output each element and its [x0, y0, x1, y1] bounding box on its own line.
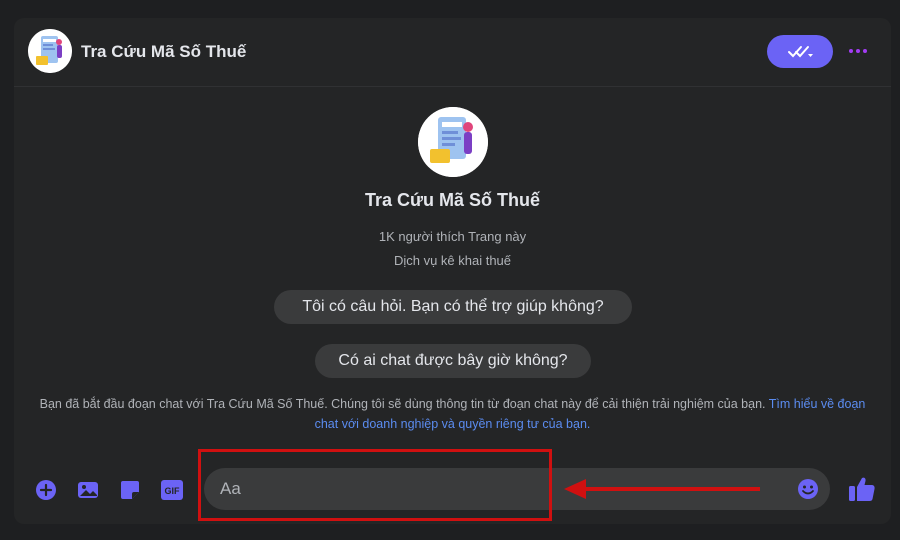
more-options-dot [863, 49, 867, 53]
page-category: Dịch vụ kê khai thuế [393, 253, 512, 268]
more-options-button[interactable] [846, 39, 870, 63]
gif-icon: GIF [161, 480, 183, 500]
suggestion-chip[interactable]: Tôi có câu hỏi. Bạn có thể trợ giúp khôn… [274, 290, 632, 324]
page-likes: 1K người thích Trang này [378, 229, 527, 244]
like-icon[interactable] [847, 474, 877, 504]
highlight-box [198, 449, 552, 521]
header-title[interactable]: Tra Cứu Mã Số Thuế [81, 42, 246, 62]
privacy-notice-text: Bạn đã bắt đầu đoạn chat với Tra Cứu Mã … [39, 397, 766, 411]
gif-label: GIF [165, 486, 181, 496]
image-button[interactable] [76, 478, 100, 502]
check-dropdown-icon [788, 45, 813, 57]
suggestion-chip[interactable]: Có ai chat được bây giờ không? [315, 344, 591, 378]
privacy-notice: Bạn đã bắt đầu đoạn chat với Tra Cứu Mã … [28, 394, 877, 434]
page-name[interactable]: Tra Cứu Mã Số Thuế [14, 190, 891, 211]
sticker-icon [121, 481, 139, 499]
more-options-icon [849, 49, 853, 53]
arrow-icon [564, 479, 760, 499]
gif-button[interactable]: GIF [160, 478, 184, 502]
sticker-button[interactable] [118, 478, 142, 502]
add-button[interactable] [34, 478, 58, 502]
more-options-dot [856, 49, 860, 53]
page-profile-picture[interactable] [418, 107, 488, 177]
check-dropdown-button[interactable] [767, 35, 833, 68]
plus-icon [36, 480, 56, 500]
image-icon [78, 482, 98, 498]
emoji-icon[interactable] [796, 477, 820, 501]
chat-header: Tra Cứu Mã Số Thuế [14, 18, 891, 87]
page-avatar[interactable] [28, 29, 72, 73]
